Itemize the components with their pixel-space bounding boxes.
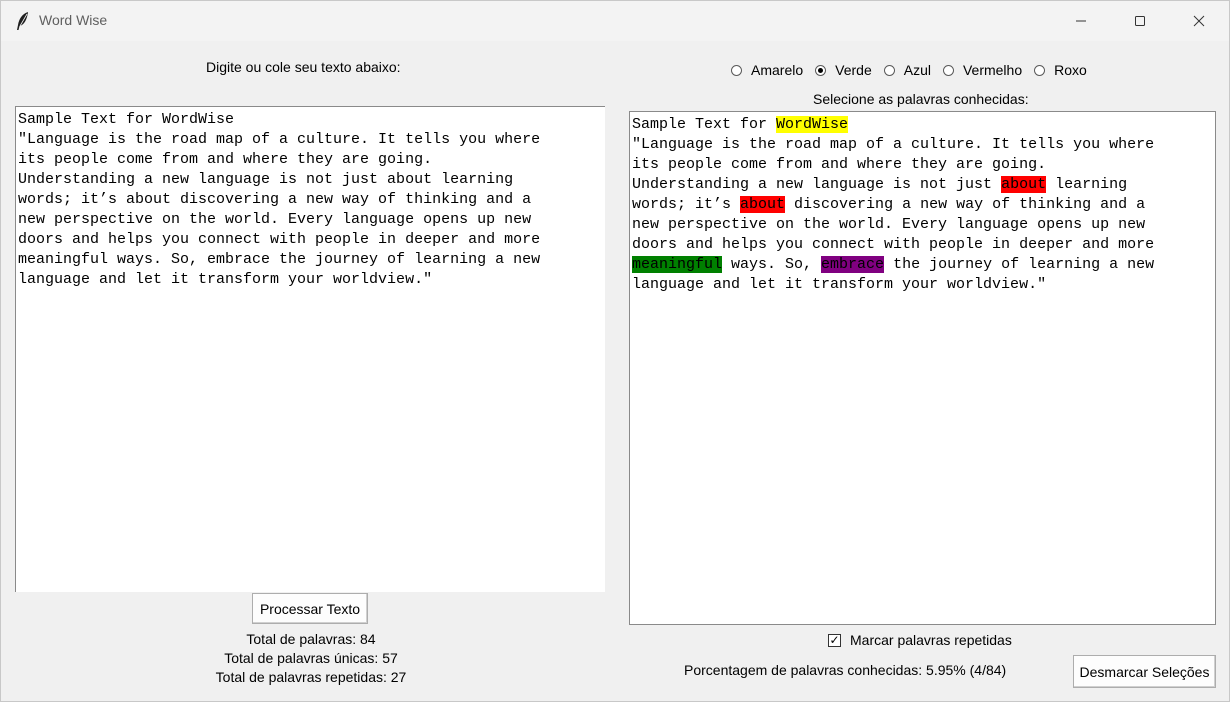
radio-label: Azul: [903, 62, 931, 78]
close-button[interactable]: [1170, 1, 1228, 41]
radio-indicator: [942, 64, 954, 76]
radio-indicator: [1034, 64, 1046, 76]
highlighted-word[interactable]: WordWise: [776, 116, 849, 133]
radio-amarelo[interactable]: Amarelo: [731, 62, 803, 78]
process-text-button[interactable]: Processar Texto: [252, 593, 368, 624]
text-segment: Understanding a new language is not just: [632, 176, 1002, 193]
input-label: Digite ou cole seu texto abaixo:: [206, 59, 401, 75]
color-radio-group: Amarelo Verde Azul Vermelho Roxo: [731, 61, 1099, 79]
maximize-button[interactable]: [1111, 1, 1169, 41]
minimize-icon: [1076, 20, 1086, 22]
radio-vermelho[interactable]: Vermelho: [942, 62, 1023, 78]
known-words-percentage: Porcentagem de palavras conhecidas: 5.95…: [684, 662, 1007, 678]
repeated-words-stat: Total de palavras repetidas: 27: [215, 669, 407, 685]
stats-panel: Total de palavras: 84 Total de palavras …: [161, 630, 461, 687]
text-segment: the journey of learning a new: [884, 256, 1155, 273]
maximize-icon: [1135, 16, 1145, 26]
radio-roxo[interactable]: Roxo: [1034, 62, 1087, 78]
text-segment: discovering a new way of thinking and a: [785, 196, 1146, 213]
text-segment: new perspective on the world. Every lang…: [632, 216, 1146, 233]
text-segment: Sample Text for: [632, 116, 777, 133]
checkmark-icon: ✓: [828, 633, 841, 647]
highlighted-word[interactable]: about: [740, 196, 786, 213]
radio-indicator: [815, 64, 827, 76]
text-segment: ways. So,: [722, 256, 822, 273]
mark-repeated-checkbox[interactable]: ✓ Marcar palavras repetidas: [828, 632, 1012, 648]
text-segment: learning: [1046, 176, 1128, 193]
title-bar: Word Wise: [1, 1, 1229, 41]
highlighted-word[interactable]: meaningful: [632, 256, 723, 273]
highlighted-word[interactable]: about: [1001, 176, 1047, 193]
radio-label: Amarelo: [751, 62, 804, 78]
text-segment: doors and helps you connect with people …: [632, 236, 1155, 253]
close-icon: [1193, 15, 1205, 27]
radio-label: Verde: [835, 62, 872, 78]
window-title: Word Wise: [39, 12, 108, 28]
highlighted-word[interactable]: embrace: [821, 256, 885, 273]
text-segment: its people come from and where they are …: [632, 156, 1047, 173]
text-segment: "Language is the road map of a culture. …: [632, 136, 1155, 153]
word-selection-text[interactable]: Sample Text for WordWise "Language is th…: [629, 111, 1216, 625]
clear-selections-button[interactable]: Desmarcar Seleções: [1073, 655, 1216, 688]
total-words-stat: Total de palavras: 84: [246, 631, 376, 647]
minimize-button[interactable]: [1052, 1, 1110, 41]
checkbox-label: Marcar palavras repetidas: [850, 632, 1012, 648]
unique-words-stat: Total de palavras únicas: 57: [224, 650, 398, 666]
radio-label: Vermelho: [962, 62, 1023, 78]
input-textarea[interactable]: Sample Text for WordWise "Language is th…: [15, 106, 605, 592]
radio-indicator: [731, 64, 742, 76]
radio-label: Roxo: [1054, 62, 1087, 78]
radio-verde[interactable]: Verde: [815, 62, 872, 78]
feather-icon: [15, 11, 31, 31]
text-segment: language and let it transform your world…: [632, 276, 1047, 293]
app-window: Word Wise Digite ou cole seu texto abaix…: [0, 0, 1230, 702]
radio-azul[interactable]: Azul: [883, 62, 931, 78]
text-segment: words; it’s: [632, 196, 741, 213]
select-words-label: Selecione as palavras conhecidas:: [813, 91, 1029, 107]
radio-indicator: [883, 64, 895, 76]
